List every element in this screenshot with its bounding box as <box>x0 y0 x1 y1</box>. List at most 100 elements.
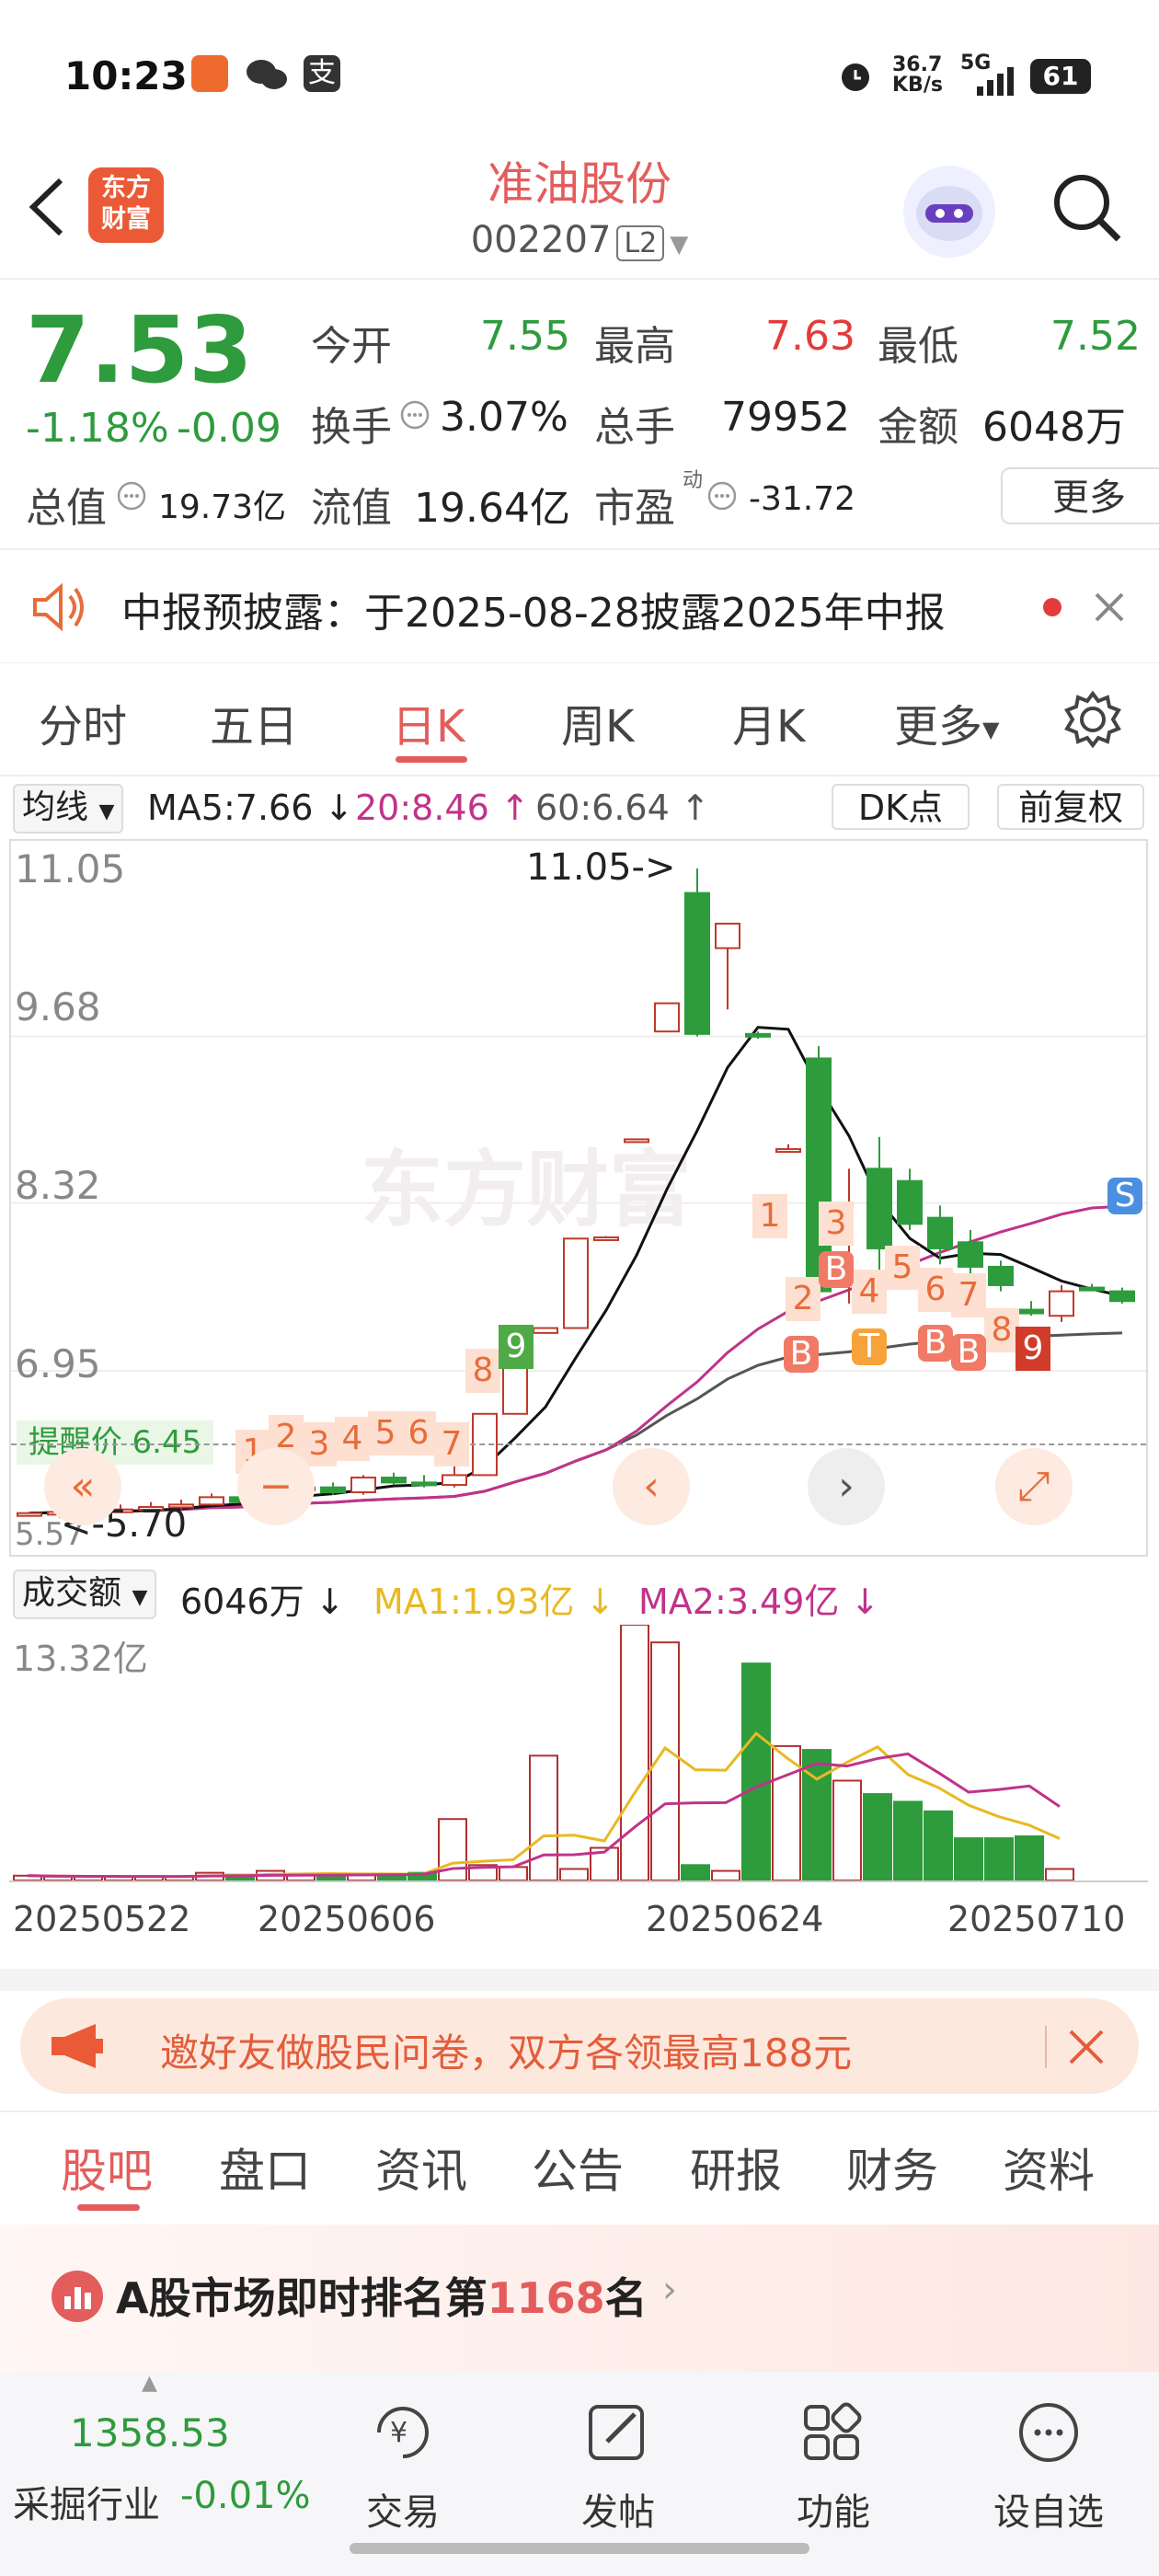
alarm-icon <box>842 63 869 91</box>
alert-price-line <box>11 1443 1146 1445</box>
volume-bar <box>984 1837 1014 1882</box>
volume-bar <box>1045 1868 1074 1882</box>
assistant-avatar[interactable] <box>903 166 995 258</box>
float-label: 流值 <box>311 485 392 532</box>
unread-dot <box>1043 598 1061 616</box>
open-value: 7.55 <box>480 313 570 360</box>
price-axis-label-3: 8.32 <box>15 1163 101 1208</box>
candle <box>715 922 740 949</box>
tab-daily-k[interactable]: 日K <box>392 690 465 754</box>
volume-axis-label: 13.32亿 <box>13 1639 148 1679</box>
amount-value: 6048万 <box>982 404 1126 451</box>
info-icon[interactable] <box>399 399 430 431</box>
volume-bar <box>863 1793 892 1882</box>
tab-intraday[interactable]: 分时 <box>39 690 127 754</box>
candle <box>381 1477 407 1484</box>
candle <box>775 1148 801 1154</box>
next-button[interactable]: › <box>808 1448 885 1525</box>
close-icon[interactable] <box>1091 589 1128 626</box>
index-value[interactable]: 1358.53 <box>70 2410 230 2455</box>
volume-bar <box>954 1837 983 1882</box>
volume-bar <box>832 1779 862 1881</box>
trade-icon[interactable]: ¥ <box>366 2399 440 2466</box>
candle <box>442 1474 467 1487</box>
tab-research[interactable]: 研报 <box>690 2134 782 2201</box>
battery-icon: 61 <box>1030 59 1091 94</box>
info-icon[interactable] <box>116 480 147 512</box>
tab-financials[interactable]: 财务 <box>846 2134 938 2201</box>
info-icon[interactable] <box>706 480 738 512</box>
ranking-text: A股市场即时排名第1168名 <box>116 2273 648 2323</box>
functions-icon[interactable] <box>797 2399 870 2466</box>
close-icon[interactable] <box>1065 2026 1107 2068</box>
mktcap-value: 19.73亿 <box>158 489 287 526</box>
settings-icon[interactable] <box>1063 690 1122 749</box>
active-tab-indicator <box>77 2204 140 2211</box>
scroll-start-button[interactable]: « <box>44 1448 121 1525</box>
watermark: 东方财富 <box>361 1142 692 1238</box>
adjust-button[interactable]: 前复权 <box>997 784 1144 830</box>
index-name[interactable]: 采掘行业 <box>13 2475 160 2528</box>
nav-post[interactable]: 发帖 <box>526 2482 710 2536</box>
candle <box>320 1486 346 1494</box>
candle <box>411 1481 437 1487</box>
tab-order-book[interactable]: 盘口 <box>219 2134 311 2201</box>
notice-bar[interactable]: 中报预披露：于2025-08-28披露2025年中报 <box>0 552 1159 662</box>
volume-selector[interactable]: 成交额 ▼ <box>13 1570 157 1619</box>
sequence-marker: 9 <box>499 1325 534 1369</box>
nav-add-watchlist[interactable]: 设自选 <box>957 2482 1141 2536</box>
zoom-out-button[interactable]: − <box>237 1448 315 1525</box>
add-watchlist-icon[interactable] <box>1012 2399 1085 2466</box>
divider <box>0 1969 1159 1991</box>
tab-monthly-k[interactable]: 月K <box>732 690 805 754</box>
sequence-marker: 4 <box>335 1417 370 1461</box>
alert-price-label[interactable]: 提醒价 6.45 <box>17 1420 213 1465</box>
search-icon[interactable] <box>1049 169 1126 247</box>
tab-profile[interactable]: 资料 <box>1003 2134 1095 2201</box>
kline-chart[interactable]: 东方财富 11.05 9.68 8.32 6.95 5.57 11.05-> <… <box>9 839 1148 1557</box>
low-value: 7.52 <box>1050 313 1141 360</box>
current-price: 7.53 <box>26 296 253 404</box>
net-speed: 36.7 KB/s <box>892 53 943 97</box>
volume-chart[interactable]: 13.32亿 20250522 20250606 20250624 202507… <box>9 1625 1148 1984</box>
ranking-card[interactable]: A股市场即时排名第1168名 › <box>0 2225 1159 2372</box>
volume-bar <box>681 1864 710 1882</box>
post-icon[interactable] <box>581 2399 655 2466</box>
fullscreen-button[interactable]: ⤢ <box>995 1448 1073 1525</box>
volume-readout: 6046万 ↓ <box>180 1581 345 1622</box>
sequence-marker: 1 <box>752 1194 787 1238</box>
expand-icon[interactable]: ▲ <box>142 2372 157 2395</box>
speaker-icon <box>33 582 84 632</box>
previous-button[interactable]: ‹ <box>613 1448 690 1525</box>
promo-banner[interactable]: 邀好友做股民问卷，双方各领最高188元 <box>20 1998 1139 2094</box>
candle <box>1018 1308 1044 1315</box>
tab-weekly-k[interactable]: 周K <box>561 690 634 754</box>
ma-selector[interactable]: 均线 ▼ <box>13 784 124 834</box>
x-axis-label: 20250606 <box>258 1899 436 1939</box>
candle <box>350 1477 376 1494</box>
tab-announcements[interactable]: 公告 <box>532 2134 624 2201</box>
open-label: 今开 <box>311 323 392 370</box>
more-button[interactable]: 更多 <box>1001 467 1159 524</box>
candle <box>1109 1290 1135 1303</box>
tab-more[interactable]: 更多▼ <box>894 690 999 754</box>
high-label: 最高 <box>594 323 675 370</box>
tab-news[interactable]: 资讯 <box>375 2134 467 2201</box>
sequence-marker: 6 <box>401 1411 436 1455</box>
tab-five-day[interactable]: 五日 <box>210 690 298 754</box>
nav-functions[interactable]: 功能 <box>741 2482 925 2536</box>
sequence-marker: 5 <box>885 1246 920 1290</box>
bottom-nav: ▲ 1358.53 采掘行业 -0.01% ¥ 交易 发帖 功能 设自选 <box>0 2372 1159 2576</box>
volume-bar <box>499 1866 528 1881</box>
divider <box>1045 2026 1047 2068</box>
tab-guba[interactable]: 股吧 <box>61 2134 153 2201</box>
dk-point-button[interactable]: DK点 <box>832 784 970 830</box>
nav-trade[interactable]: 交易 <box>311 2482 495 2536</box>
wechat-icon <box>247 60 287 89</box>
candle <box>654 1002 680 1033</box>
signal-icon <box>977 67 1014 96</box>
candle <box>866 1167 892 1249</box>
volume-svg <box>13 1625 1074 1882</box>
index-change[interactable]: -0.01% <box>180 2475 311 2517</box>
sequence-marker: 3 <box>819 1202 854 1246</box>
